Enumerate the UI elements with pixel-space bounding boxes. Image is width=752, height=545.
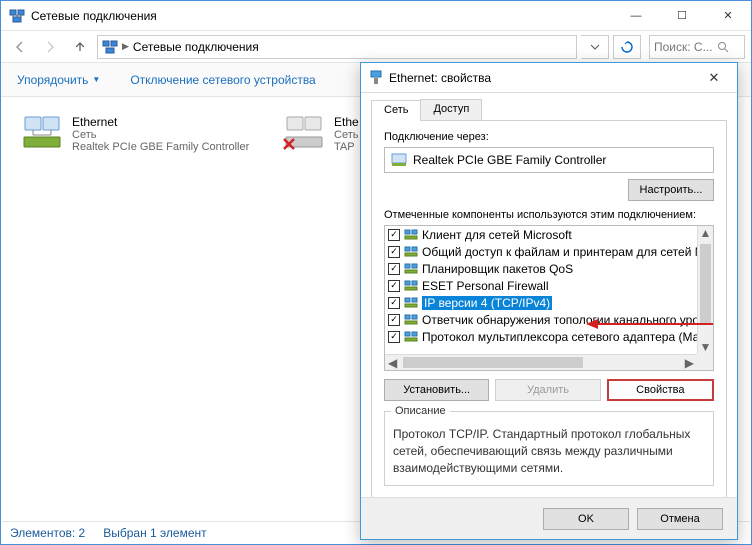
install-button[interactable]: Установить... — [384, 379, 489, 401]
checkbox[interactable]: ✓ — [388, 263, 400, 275]
dialog-close-button[interactable]: ✕ — [699, 63, 729, 92]
protocol-icon — [404, 279, 418, 292]
component-row[interactable]: ✓ IP версии 4 (TCP/IPv4) — [385, 294, 697, 311]
configure-button[interactable]: Настроить... — [628, 179, 714, 201]
checkbox[interactable]: ✓ — [388, 229, 400, 241]
component-label: IP версии 4 (TCP/IPv4) — [422, 296, 552, 310]
dialog-footer: OK Отмена — [361, 497, 737, 539]
ethernet-properties-dialog: Ethernet: свойства ✕ Сеть Доступ Подключ… — [360, 62, 738, 540]
search-icon — [717, 41, 729, 53]
protocol-icon — [404, 245, 418, 258]
maximize-button[interactable]: ☐ — [659, 1, 705, 30]
connection-device: Realtek PCIe GBE Family Controller — [72, 141, 249, 153]
connect-via-label: Подключение через: — [384, 131, 714, 143]
ok-button[interactable]: OK — [543, 508, 629, 530]
disable-device-command[interactable]: Отключение сетевого устройства — [124, 69, 321, 91]
organize-menu[interactable]: Упорядочить▼ — [11, 69, 106, 91]
search-box[interactable]: Поиск: С... — [649, 35, 745, 59]
connection-device: TAP — [334, 141, 359, 153]
address-bar[interactable]: ▶ Сетевые подключения — [97, 35, 577, 59]
component-buttons: Установить... Удалить Свойства — [384, 379, 714, 401]
uninstall-button: Удалить — [495, 379, 600, 401]
ethernet-icon — [369, 70, 383, 86]
tab-network[interactable]: Сеть — [371, 100, 421, 121]
forward-button[interactable] — [37, 34, 63, 60]
component-label: ESET Personal Firewall — [422, 279, 549, 293]
components-label: Отмеченные компоненты используются этим … — [384, 209, 714, 221]
up-button[interactable] — [67, 34, 93, 60]
connection-name: Ethernet — [72, 115, 249, 129]
status-selected-count: Выбран 1 элемент — [103, 526, 206, 540]
component-label: Общий доступ к файлам и принтерам для се… — [422, 245, 697, 259]
scroll-right-icon[interactable]: ▶ — [685, 356, 694, 370]
checkbox[interactable]: ✓ — [388, 331, 400, 343]
component-row[interactable]: ✓ ESET Personal Firewall — [385, 277, 697, 294]
tab-access[interactable]: Доступ — [420, 99, 482, 120]
component-row[interactable]: ✓ Планировщик пакетов QoS — [385, 260, 697, 277]
connection-network: Сеть — [72, 129, 249, 141]
scroll-up-icon[interactable]: ▲ — [700, 226, 712, 240]
address-dropdown[interactable] — [581, 35, 609, 59]
checkbox[interactable]: ✓ — [388, 297, 400, 309]
protocol-icon — [404, 296, 418, 309]
component-row[interactable]: ✓ Клиент для сетей Microsoft — [385, 226, 697, 243]
connection-network: Сеть — [334, 129, 359, 141]
components-listbox[interactable]: ✓ Клиент для сетей Microsoft ✓ Общий доступ… — [384, 225, 714, 371]
protocol-icon — [404, 313, 418, 326]
network-connections-icon — [9, 8, 25, 24]
description-group: Описание Протокол TCP/IP. Стандартный пр… — [384, 411, 714, 486]
scrollbar-thumb[interactable] — [403, 357, 583, 368]
dialog-body: Сеть Доступ Подключение через: Realtek P… — [361, 93, 737, 497]
component-label: Протокол мультиплексора сетевого адаптер… — [422, 330, 697, 344]
tab-panel-network: Подключение через: Realtek PCIe GBE Fami… — [371, 121, 727, 503]
component-label: Клиент для сетей Microsoft — [422, 228, 572, 242]
description-legend: Описание — [391, 404, 450, 419]
checkbox[interactable]: ✓ — [388, 280, 400, 292]
nav-toolbar: ▶ Сетевые подключения Поиск: С... — [1, 31, 751, 63]
connection-name: Ethe — [334, 115, 359, 129]
back-button[interactable] — [7, 34, 33, 60]
dialog-title: Ethernet: свойства — [389, 71, 699, 85]
adapter-display: Realtek PCIe GBE Family Controller — [384, 147, 714, 173]
scrollbar-thumb[interactable] — [700, 244, 711, 324]
checkbox[interactable]: ✓ — [388, 314, 400, 326]
component-label: Планировщик пакетов QoS — [422, 262, 573, 276]
component-row[interactable]: ✓ Общий доступ к файлам и принтерам для с… — [385, 243, 697, 260]
horizontal-scrollbar[interactable]: ◀ ▶ — [385, 354, 697, 370]
network-adapter-icon — [391, 153, 407, 167]
scroll-left-icon[interactable]: ◀ — [388, 356, 397, 370]
properties-button[interactable]: Свойства — [607, 379, 714, 401]
refresh-button[interactable] — [613, 35, 641, 59]
adapter-name: Realtek PCIe GBE Family Controller — [413, 153, 606, 167]
connection-item-ethernet[interactable]: Ethernet Сеть Realtek PCIe GBE Family Co… — [18, 111, 268, 157]
checkbox[interactable]: ✓ — [388, 246, 400, 258]
description-text: Протокол TCP/IP. Стандартный протокол гл… — [393, 427, 690, 475]
protocol-icon — [404, 262, 418, 275]
component-label: Ответчик обнаружения топологии канальног… — [422, 313, 697, 327]
scrollbar-corner — [697, 354, 713, 370]
window-title: Сетевые подключения — [31, 9, 613, 23]
network-connections-icon — [102, 39, 118, 55]
status-item-count: Элементов: 2 — [10, 526, 85, 540]
protocol-icon — [404, 228, 418, 241]
disabled-overlay-icon — [282, 137, 296, 151]
close-button[interactable]: ✕ — [705, 1, 751, 30]
search-placeholder: Поиск: С... — [654, 40, 713, 54]
component-row[interactable]: ✓ Протокол мультиплексора сетевого адапте… — [385, 328, 697, 345]
breadcrumb-text: Сетевые подключения — [133, 40, 259, 54]
vertical-scrollbar[interactable]: ▲ ▼ — [697, 226, 713, 354]
scroll-down-icon[interactable]: ▼ — [700, 340, 712, 354]
chevron-right-icon: ▶ — [122, 41, 129, 52]
protocol-icon — [404, 330, 418, 343]
window-controls: — ☐ ✕ — [613, 1, 751, 30]
minimize-button[interactable]: — — [613, 1, 659, 30]
network-adapter-icon — [22, 115, 62, 153]
cancel-button[interactable]: Отмена — [637, 508, 723, 530]
tab-strip: Сеть Доступ — [371, 99, 727, 121]
component-row[interactable]: ✓ Ответчик обнаружения топологии канально… — [385, 311, 697, 328]
dialog-titlebar: Ethernet: свойства ✕ — [361, 63, 737, 93]
titlebar: Сетевые подключения — ☐ ✕ — [1, 1, 751, 31]
